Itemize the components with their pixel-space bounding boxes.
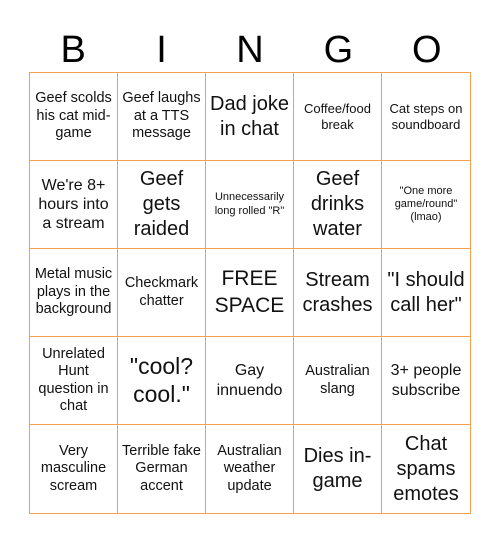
bingo-header: B I N G O	[29, 28, 471, 72]
bingo-cell[interactable]: Geef drinks water	[294, 161, 382, 249]
header-letter-g: G	[323, 29, 354, 71]
bingo-cell[interactable]: Chat spams emotes	[382, 425, 470, 513]
bingo-cell[interactable]: Dies in-game	[294, 425, 382, 513]
bingo-cell[interactable]: Australian slang	[294, 337, 382, 425]
header-letter-n: N	[236, 29, 264, 71]
bingo-cell[interactable]: Very masculine scream	[30, 425, 118, 513]
header-letter-b: B	[60, 29, 86, 71]
bingo-cell[interactable]: "cool? cool."	[118, 337, 206, 425]
bingo-cell[interactable]: Terrible fake German accent	[118, 425, 206, 513]
bingo-cell[interactable]: Stream crashes	[294, 249, 382, 337]
bingo-cell[interactable]: Geef scolds his cat mid-game	[30, 73, 118, 161]
header-letter-i: I	[156, 29, 167, 71]
bingo-cell[interactable]: "I should call her"	[382, 249, 470, 337]
bingo-cell[interactable]: "One more game/round" (lmao)	[382, 161, 470, 249]
bingo-cell[interactable]: Coffee/food break	[294, 73, 382, 161]
bingo-cell[interactable]: Gay innuendo	[206, 337, 294, 425]
bingo-cell[interactable]: Australian weather update	[206, 425, 294, 513]
bingo-cell[interactable]: Unnecessarily long rolled "R"	[206, 161, 294, 249]
bingo-cell[interactable]: Checkmark chatter	[118, 249, 206, 337]
bingo-cell[interactable]: Dad joke in chat	[206, 73, 294, 161]
bingo-cell[interactable]: Geef laughs at a TTS message	[118, 73, 206, 161]
free-space-cell[interactable]: FREE SPACE	[206, 249, 294, 337]
bingo-cell[interactable]: Cat steps on soundboard	[382, 73, 470, 161]
bingo-cell[interactable]: Unrelated Hunt question in chat	[30, 337, 118, 425]
bingo-cell[interactable]: 3+ people subscribe	[382, 337, 470, 425]
bingo-cell[interactable]: We're 8+ hours into a stream	[30, 161, 118, 249]
bingo-cell[interactable]: Metal music plays in the background	[30, 249, 118, 337]
bingo-cell[interactable]: Geef gets raided	[118, 161, 206, 249]
header-letter-o: O	[411, 29, 442, 71]
bingo-board: Geef scolds his cat mid-game Geef laughs…	[29, 72, 471, 514]
